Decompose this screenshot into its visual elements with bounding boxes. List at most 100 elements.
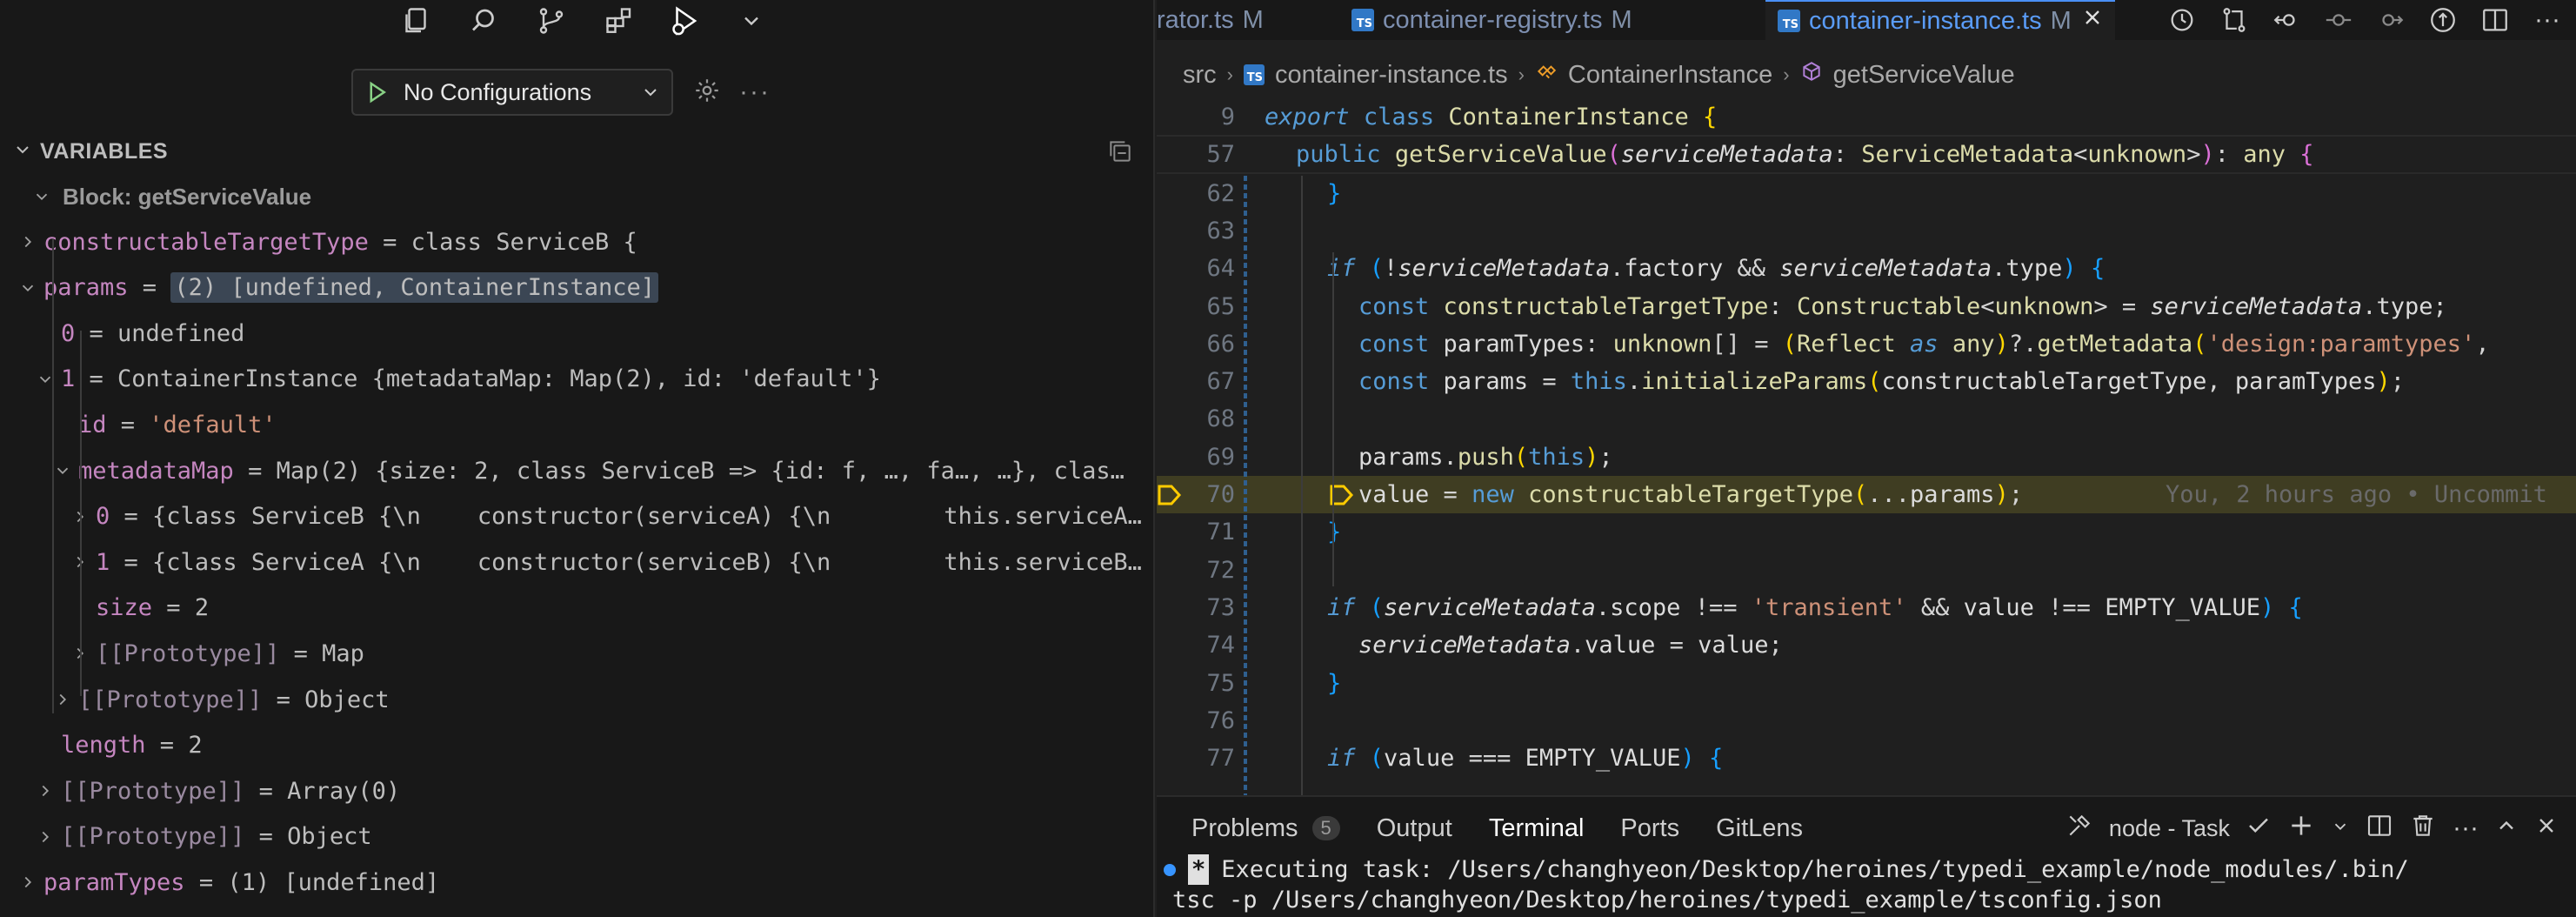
breadcrumb-class[interactable]: ContainerInstance [1568,61,1772,90]
chevron-down-icon [12,139,33,164]
current-line[interactable]: 70 value = new constructableTargetType(..… [1157,476,2576,513]
line-number: 64 [1206,255,1235,283]
variable-equals: = [184,868,228,896]
more-icon[interactable]: ··· [2527,0,2567,40]
line-number: 63 [1206,217,1235,244]
code-line[interactable]: 65 const constructableTargetType: Constru… [1157,288,2576,325]
code-line[interactable]: 68 [1157,400,2576,438]
tab-ports[interactable]: Ports [1620,814,1679,843]
terminal-text: tsc -p /Users/changhyeon/Desktop/heroine… [1172,887,2162,914]
variables-section-header[interactable]: VARIABLES [0,136,1153,170]
collapse-all-icon[interactable] [1106,137,1134,170]
chevron-down-icon[interactable] [2331,815,2350,842]
more-icon[interactable]: ··· [2453,813,2479,843]
variable-name: [[Prototype]] [61,777,245,805]
split-editor-icon[interactable] [2475,0,2515,40]
gear-icon[interactable] [692,76,722,110]
variable-row[interactable]: size = 2 [0,586,1153,631]
scope-row[interactable]: Block: getServiceValue [0,174,1153,219]
trash-icon[interactable] [2409,812,2437,846]
start-debug-icon[interactable] [364,79,390,105]
timeline-icon[interactable] [2162,0,2202,40]
breadcrumb-file[interactable]: container-instance.ts [1275,61,1508,90]
tab-container-instance[interactable]: TS container-instance.ts M [1765,0,2115,40]
code-line[interactable]: 74 serviceMetadata.value = value; [1157,626,2576,664]
code-line[interactable]: 63 [1157,212,2576,250]
variable-value: Map(2) {size: 2, class ServiceB => {id: … [276,457,1124,485]
more-icon[interactable]: ··· [739,77,771,107]
variable-row[interactable]: 0 = undefined [0,311,1153,356]
variable-value: ContainerInstance {metadataMap: Map(2), … [117,365,881,393]
code-line[interactable]: 64 if (!serviceMetadata.factory && servic… [1157,250,2576,287]
variable-row[interactable]: [[Prototype]] = Array(0) [0,768,1153,813]
code-line[interactable]: 66 const paramTypes: unknown[] = (Reflect… [1157,325,2576,363]
code-line[interactable]: 71} [1157,513,2576,551]
source-control-icon[interactable] [534,3,569,38]
tab-label: Terminal [1488,813,1585,842]
breadcrumb-method[interactable]: getServiceValue [1833,61,2015,90]
inline-blame[interactable]: You, 2 hours ago • Uncommit [2166,481,2547,508]
code-line[interactable]: 76 [1157,702,2576,740]
close-icon[interactable] [2080,5,2105,37]
previous-change-icon[interactable] [2319,0,2359,40]
line-number: 75 [1206,669,1235,697]
split-terminal-icon[interactable] [2366,812,2393,846]
variable-row[interactable]: 1 = {class ServiceA {\n constructor(serv… [0,539,1153,585]
add-terminal-icon[interactable] [2287,812,2315,846]
tab-decorator[interactable]: rator.ts M [1157,0,1264,40]
code-text: const params = this.initializeParams(con… [1358,368,2406,396]
chevron-right-icon [33,779,57,803]
breadcrumb-folder[interactable]: src [1183,61,1217,90]
tab-output[interactable]: Output [1377,814,1452,843]
terminal-task-label[interactable]: node - Task [2109,815,2230,842]
variable-row[interactable]: [[Prototype]] = Object [0,677,1153,722]
variable-row[interactable]: constructableTargetType = class ServiceB… [0,219,1153,264]
open-changes-icon[interactable] [2423,0,2463,40]
go-back-icon[interactable] [2266,0,2306,40]
tab-problems[interactable]: Problems 5 [1191,814,1340,843]
chevron-up-icon[interactable] [2494,813,2519,844]
variable-row[interactable]: 0 = {class ServiceB {\n constructor(serv… [0,494,1153,539]
explorer-icon[interactable] [398,3,433,38]
variable-row[interactable]: id = 'default' [0,402,1153,447]
variable-row[interactable]: paramTypes = (1) [undefined] [0,860,1153,905]
code-line[interactable]: 69 params.push(this); [1157,438,2576,476]
code-line[interactable]: 73 if (serviceMetadata.scope !== 'transie… [1157,589,2576,626]
terminal-output[interactable]: * Executing task: /Users/changhyeon/Desk… [1164,854,2564,915]
variable-row[interactable]: [[Prototype]] = Object [0,814,1153,860]
code-text: if (!serviceMetadata.factory && serviceM… [1327,255,2106,283]
extensions-icon[interactable] [602,3,637,38]
tab-container-registry[interactable]: TS container-registry.ts M [1351,0,1632,40]
variable-value: undefined [117,319,245,347]
chevron-right-icon: › [1226,64,1233,85]
variable-row[interactable]: params = (2) [undefined, ContainerInstan… [0,265,1153,311]
code-line[interactable]: 9 export class ContainerInstance { [1157,99,2576,137]
tab-terminal[interactable]: Terminal [1489,814,1585,843]
code-line[interactable]: 67 const params = this.initializeParams(c… [1157,363,2576,400]
variable-row[interactable]: metadataMap = Map(2) {size: 2, class Ser… [0,448,1153,493]
code-line[interactable]: 62} [1157,175,2576,212]
variable-row[interactable]: length = 2 [0,723,1153,768]
code-line[interactable]: 57 public getServiceValue(serviceMetadata… [1157,137,2576,175]
run-debug-icon[interactable] [668,3,703,38]
code-line[interactable]: 72 [1157,552,2576,589]
chevron-down-icon[interactable] [734,3,769,38]
configuration-label: No Configurations [404,78,592,105]
code-line[interactable]: 77 if (value === EMPTY_VALUE) { [1157,740,2576,777]
breakpoint-arrow-icon[interactable] [1157,483,1183,513]
variable-row[interactable]: [[Prototype]] = Map [0,631,1153,676]
variable-row[interactable]: 1 = ContainerInstance {metadataMap: Map(… [0,357,1153,402]
code-line[interactable]: 75} [1157,665,2576,702]
check-icon [2246,813,2272,845]
tab-gitlens[interactable]: GitLens [1716,814,1803,843]
compare-changes-icon[interactable] [2214,0,2254,40]
close-icon[interactable] [2534,813,2559,844]
code-text: serviceMetadata.value = value; [1358,632,1783,659]
configuration-select[interactable]: No Configurations [351,69,673,116]
search-icon[interactable] [466,3,501,38]
panel-tabs: Problems 5 Output Terminal Ports GitLens [1191,802,1803,854]
code-editor[interactable]: 9 export class ContainerInstance {57 publi… [1157,99,2576,795]
tab-label: Problems [1191,813,1298,842]
next-change-icon[interactable] [2371,0,2411,40]
line-number: 57 [1206,141,1235,169]
